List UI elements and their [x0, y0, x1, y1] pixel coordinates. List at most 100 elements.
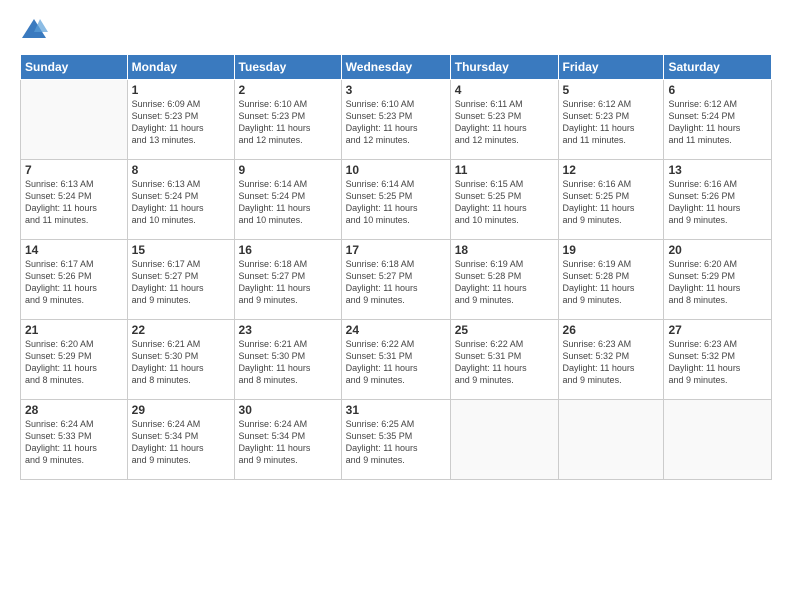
cell-day-number: 18 [455, 243, 554, 257]
calendar-header-sunday: Sunday [21, 55, 128, 80]
cell-day-number: 15 [132, 243, 230, 257]
cell-info: Sunrise: 6:24 AM Sunset: 5:34 PM Dayligh… [132, 418, 230, 467]
calendar-cell: 26Sunrise: 6:23 AM Sunset: 5:32 PM Dayli… [558, 320, 664, 400]
cell-info: Sunrise: 6:21 AM Sunset: 5:30 PM Dayligh… [239, 338, 337, 387]
calendar-cell: 18Sunrise: 6:19 AM Sunset: 5:28 PM Dayli… [450, 240, 558, 320]
cell-info: Sunrise: 6:12 AM Sunset: 5:23 PM Dayligh… [563, 98, 660, 147]
calendar-cell: 12Sunrise: 6:16 AM Sunset: 5:25 PM Dayli… [558, 160, 664, 240]
cell-info: Sunrise: 6:20 AM Sunset: 5:29 PM Dayligh… [668, 258, 767, 307]
cell-info: Sunrise: 6:21 AM Sunset: 5:30 PM Dayligh… [132, 338, 230, 387]
calendar-cell: 25Sunrise: 6:22 AM Sunset: 5:31 PM Dayli… [450, 320, 558, 400]
calendar-cell: 7Sunrise: 6:13 AM Sunset: 5:24 PM Daylig… [21, 160, 128, 240]
calendar-cell [664, 400, 772, 480]
calendar-cell: 20Sunrise: 6:20 AM Sunset: 5:29 PM Dayli… [664, 240, 772, 320]
logo [20, 16, 52, 44]
calendar-cell: 5Sunrise: 6:12 AM Sunset: 5:23 PM Daylig… [558, 80, 664, 160]
cell-day-number: 12 [563, 163, 660, 177]
cell-info: Sunrise: 6:14 AM Sunset: 5:24 PM Dayligh… [239, 178, 337, 227]
cell-day-number: 9 [239, 163, 337, 177]
cell-info: Sunrise: 6:10 AM Sunset: 5:23 PM Dayligh… [239, 98, 337, 147]
cell-day-number: 2 [239, 83, 337, 97]
calendar-header-monday: Monday [127, 55, 234, 80]
calendar-cell: 24Sunrise: 6:22 AM Sunset: 5:31 PM Dayli… [341, 320, 450, 400]
cell-info: Sunrise: 6:09 AM Sunset: 5:23 PM Dayligh… [132, 98, 230, 147]
cell-day-number: 1 [132, 83, 230, 97]
calendar-cell: 27Sunrise: 6:23 AM Sunset: 5:32 PM Dayli… [664, 320, 772, 400]
calendar-cell: 13Sunrise: 6:16 AM Sunset: 5:26 PM Dayli… [664, 160, 772, 240]
cell-day-number: 14 [25, 243, 123, 257]
calendar-header-friday: Friday [558, 55, 664, 80]
calendar-cell: 1Sunrise: 6:09 AM Sunset: 5:23 PM Daylig… [127, 80, 234, 160]
calendar-week-row: 21Sunrise: 6:20 AM Sunset: 5:29 PM Dayli… [21, 320, 772, 400]
cell-day-number: 29 [132, 403, 230, 417]
cell-info: Sunrise: 6:24 AM Sunset: 5:34 PM Dayligh… [239, 418, 337, 467]
calendar-week-row: 28Sunrise: 6:24 AM Sunset: 5:33 PM Dayli… [21, 400, 772, 480]
cell-info: Sunrise: 6:18 AM Sunset: 5:27 PM Dayligh… [346, 258, 446, 307]
calendar-cell: 11Sunrise: 6:15 AM Sunset: 5:25 PM Dayli… [450, 160, 558, 240]
cell-info: Sunrise: 6:13 AM Sunset: 5:24 PM Dayligh… [25, 178, 123, 227]
calendar-cell: 22Sunrise: 6:21 AM Sunset: 5:30 PM Dayli… [127, 320, 234, 400]
logo-icon [20, 16, 48, 44]
cell-day-number: 16 [239, 243, 337, 257]
calendar-cell: 31Sunrise: 6:25 AM Sunset: 5:35 PM Dayli… [341, 400, 450, 480]
cell-day-number: 31 [346, 403, 446, 417]
cell-info: Sunrise: 6:22 AM Sunset: 5:31 PM Dayligh… [455, 338, 554, 387]
calendar-cell: 29Sunrise: 6:24 AM Sunset: 5:34 PM Dayli… [127, 400, 234, 480]
cell-day-number: 6 [668, 83, 767, 97]
cell-info: Sunrise: 6:22 AM Sunset: 5:31 PM Dayligh… [346, 338, 446, 387]
calendar: SundayMondayTuesdayWednesdayThursdayFrid… [20, 54, 772, 480]
calendar-cell [558, 400, 664, 480]
cell-info: Sunrise: 6:17 AM Sunset: 5:27 PM Dayligh… [132, 258, 230, 307]
cell-info: Sunrise: 6:12 AM Sunset: 5:24 PM Dayligh… [668, 98, 767, 147]
cell-day-number: 13 [668, 163, 767, 177]
calendar-cell: 21Sunrise: 6:20 AM Sunset: 5:29 PM Dayli… [21, 320, 128, 400]
cell-day-number: 27 [668, 323, 767, 337]
calendar-header-row: SundayMondayTuesdayWednesdayThursdayFrid… [21, 55, 772, 80]
calendar-cell: 16Sunrise: 6:18 AM Sunset: 5:27 PM Dayli… [234, 240, 341, 320]
cell-info: Sunrise: 6:17 AM Sunset: 5:26 PM Dayligh… [25, 258, 123, 307]
cell-info: Sunrise: 6:20 AM Sunset: 5:29 PM Dayligh… [25, 338, 123, 387]
page-header [20, 16, 772, 44]
cell-info: Sunrise: 6:14 AM Sunset: 5:25 PM Dayligh… [346, 178, 446, 227]
cell-day-number: 28 [25, 403, 123, 417]
calendar-cell: 14Sunrise: 6:17 AM Sunset: 5:26 PM Dayli… [21, 240, 128, 320]
cell-day-number: 19 [563, 243, 660, 257]
calendar-week-row: 1Sunrise: 6:09 AM Sunset: 5:23 PM Daylig… [21, 80, 772, 160]
calendar-cell: 15Sunrise: 6:17 AM Sunset: 5:27 PM Dayli… [127, 240, 234, 320]
cell-info: Sunrise: 6:16 AM Sunset: 5:26 PM Dayligh… [668, 178, 767, 227]
cell-day-number: 21 [25, 323, 123, 337]
cell-day-number: 24 [346, 323, 446, 337]
cell-info: Sunrise: 6:25 AM Sunset: 5:35 PM Dayligh… [346, 418, 446, 467]
cell-info: Sunrise: 6:19 AM Sunset: 5:28 PM Dayligh… [563, 258, 660, 307]
calendar-cell: 19Sunrise: 6:19 AM Sunset: 5:28 PM Dayli… [558, 240, 664, 320]
calendar-cell: 17Sunrise: 6:18 AM Sunset: 5:27 PM Dayli… [341, 240, 450, 320]
cell-info: Sunrise: 6:18 AM Sunset: 5:27 PM Dayligh… [239, 258, 337, 307]
calendar-header-saturday: Saturday [664, 55, 772, 80]
calendar-cell: 2Sunrise: 6:10 AM Sunset: 5:23 PM Daylig… [234, 80, 341, 160]
cell-day-number: 8 [132, 163, 230, 177]
cell-info: Sunrise: 6:24 AM Sunset: 5:33 PM Dayligh… [25, 418, 123, 467]
cell-day-number: 25 [455, 323, 554, 337]
calendar-week-row: 7Sunrise: 6:13 AM Sunset: 5:24 PM Daylig… [21, 160, 772, 240]
calendar-cell: 23Sunrise: 6:21 AM Sunset: 5:30 PM Dayli… [234, 320, 341, 400]
calendar-cell: 8Sunrise: 6:13 AM Sunset: 5:24 PM Daylig… [127, 160, 234, 240]
cell-day-number: 23 [239, 323, 337, 337]
cell-info: Sunrise: 6:13 AM Sunset: 5:24 PM Dayligh… [132, 178, 230, 227]
cell-day-number: 17 [346, 243, 446, 257]
calendar-header-thursday: Thursday [450, 55, 558, 80]
calendar-header-wednesday: Wednesday [341, 55, 450, 80]
cell-day-number: 7 [25, 163, 123, 177]
cell-day-number: 22 [132, 323, 230, 337]
cell-day-number: 26 [563, 323, 660, 337]
cell-day-number: 20 [668, 243, 767, 257]
cell-info: Sunrise: 6:16 AM Sunset: 5:25 PM Dayligh… [563, 178, 660, 227]
cell-day-number: 11 [455, 163, 554, 177]
calendar-cell [450, 400, 558, 480]
calendar-cell: 9Sunrise: 6:14 AM Sunset: 5:24 PM Daylig… [234, 160, 341, 240]
cell-day-number: 4 [455, 83, 554, 97]
calendar-cell [21, 80, 128, 160]
calendar-header-tuesday: Tuesday [234, 55, 341, 80]
cell-info: Sunrise: 6:10 AM Sunset: 5:23 PM Dayligh… [346, 98, 446, 147]
calendar-body: 1Sunrise: 6:09 AM Sunset: 5:23 PM Daylig… [21, 80, 772, 480]
cell-info: Sunrise: 6:15 AM Sunset: 5:25 PM Dayligh… [455, 178, 554, 227]
